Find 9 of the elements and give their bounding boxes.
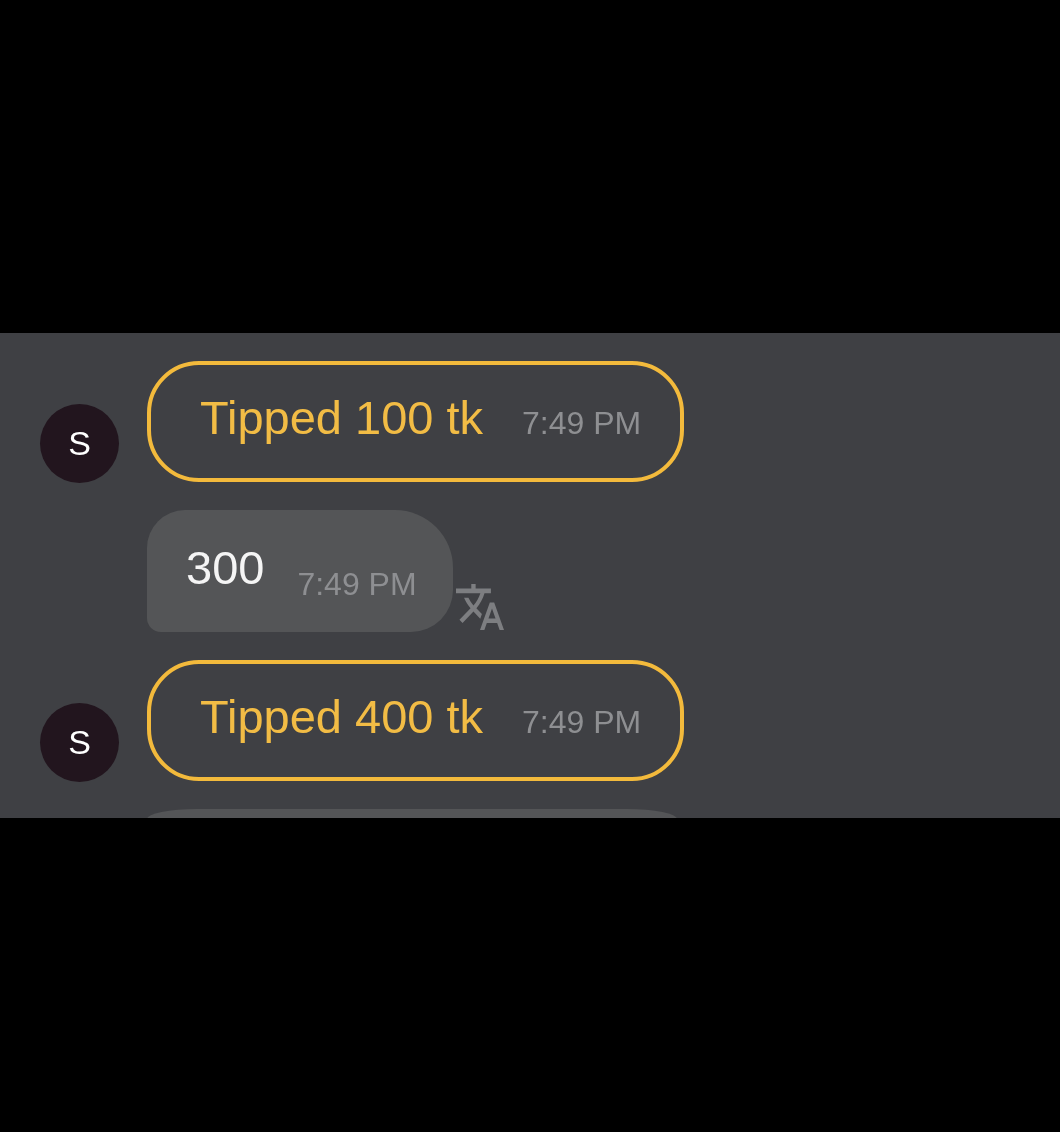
tip-text: Tipped 400 tk: [200, 689, 484, 745]
avatar: S: [40, 404, 119, 483]
avatar: S: [40, 703, 119, 782]
message-time: 7:49 PM: [297, 565, 417, 603]
tip-text: Tipped 100 tk: [200, 390, 484, 446]
message-time: 7:49 PM: [522, 703, 642, 741]
message-text: 300: [186, 540, 265, 596]
message-time: 7:49 PM: [522, 404, 642, 442]
translate-icon[interactable]: [455, 584, 504, 630]
